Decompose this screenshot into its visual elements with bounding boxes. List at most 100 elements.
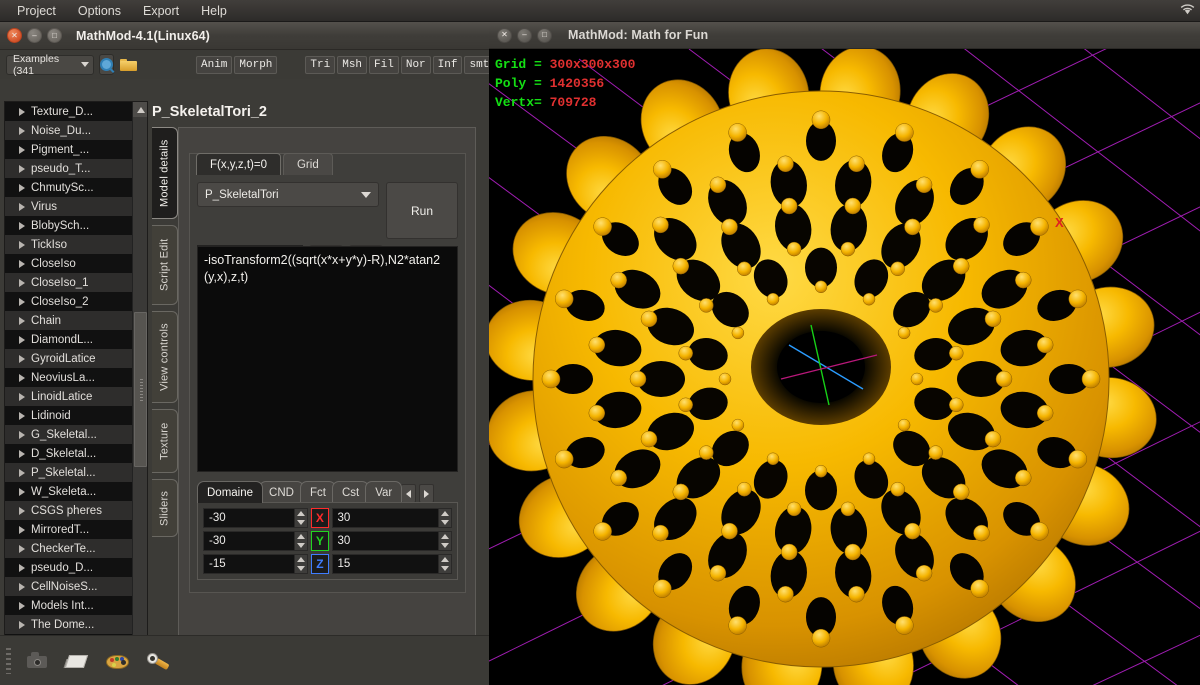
tree-item[interactable]: CloseIso_2 <box>5 292 133 311</box>
search-button[interactable] <box>99 54 114 75</box>
expand-arrow-icon[interactable] <box>19 278 25 287</box>
run-button[interactable]: Run <box>386 182 458 239</box>
3d-viewport[interactable]: Grid = 300x300x300 Poly = 1420356 Vertx=… <box>489 49 1200 685</box>
tree-item[interactable]: CloseIso_1 <box>5 273 133 292</box>
tree-item[interactable]: Noise_Du... <box>5 121 133 140</box>
notebook-icon[interactable] <box>63 649 91 673</box>
tab-sliders[interactable]: Sliders <box>152 479 178 537</box>
menu-help[interactable]: Help <box>190 1 238 21</box>
expand-arrow-icon[interactable] <box>19 354 25 363</box>
open-folder-button[interactable] <box>119 54 138 75</box>
tree-item[interactable]: D_Skeletal... <box>5 444 133 463</box>
expand-arrow-icon[interactable] <box>19 544 25 553</box>
domain-min-input[interactable]: -15 <box>203 554 295 574</box>
tree-item[interactable]: G_Skeletal... <box>5 425 133 444</box>
expand-arrow-icon[interactable] <box>19 392 25 401</box>
tree-item[interactable]: TickIso <box>5 235 133 254</box>
examples-combo[interactable]: Examples (341 <box>6 53 94 77</box>
spinner-up-icon[interactable] <box>297 511 306 516</box>
expand-arrow-icon[interactable] <box>19 620 25 629</box>
expand-arrow-icon[interactable] <box>19 202 25 211</box>
expand-arrow-icon[interactable] <box>19 183 25 192</box>
tree-item[interactable]: BlobySch... <box>5 216 133 235</box>
tree-item[interactable]: MirroredT... <box>5 520 133 539</box>
expand-arrow-icon[interactable] <box>19 221 25 230</box>
minimize-icon[interactable]: – <box>517 27 532 43</box>
tree-item[interactable]: CheckerTe... <box>5 539 133 558</box>
expand-arrow-icon[interactable] <box>19 487 25 496</box>
close-icon[interactable]: ✕ <box>7 28 22 43</box>
tab-domaine[interactable]: Domaine <box>197 481 264 503</box>
domain-max-input[interactable]: 30 <box>331 531 439 551</box>
expand-arrow-icon[interactable] <box>19 411 25 420</box>
spinner-up-icon[interactable] <box>440 534 449 539</box>
spinner-down-icon[interactable] <box>297 543 306 548</box>
menu-export[interactable]: Export <box>132 1 190 21</box>
tabs-prev-button[interactable] <box>401 484 417 503</box>
wifi-icon[interactable] <box>1179 2 1196 16</box>
minimize-icon[interactable]: – <box>27 28 42 43</box>
formula-editor[interactable]: -isoTransform2((sqrt(x*x+y*y)-R),N2*atan… <box>197 246 458 472</box>
expand-arrow-icon[interactable] <box>19 582 25 591</box>
spinner-up-icon[interactable] <box>440 511 449 516</box>
expand-arrow-icon[interactable] <box>19 297 25 306</box>
msh-button[interactable]: Msh <box>337 55 368 74</box>
domain-max-input[interactable]: 15 <box>331 554 439 574</box>
menu-options[interactable]: Options <box>67 1 132 21</box>
maximize-icon[interactable]: □ <box>537 27 552 43</box>
expand-arrow-icon[interactable] <box>19 164 25 173</box>
nor-button[interactable]: Nor <box>400 55 431 74</box>
tree-item[interactable]: LinoidLatice <box>5 387 133 406</box>
expand-arrow-icon[interactable] <box>19 259 25 268</box>
domain-min-spinner[interactable] <box>294 531 309 551</box>
tab-cnd[interactable]: CND <box>259 481 304 503</box>
maximize-icon[interactable]: □ <box>47 28 62 43</box>
expand-arrow-icon[interactable] <box>19 335 25 344</box>
morph-button[interactable]: Morph <box>234 55 278 74</box>
spinner-up-icon[interactable] <box>297 534 306 539</box>
tree-item[interactable]: Texture_D... <box>5 102 133 121</box>
expand-arrow-icon[interactable] <box>19 373 25 382</box>
expand-arrow-icon[interactable] <box>19 316 25 325</box>
expand-arrow-icon[interactable] <box>19 430 25 439</box>
spinner-down-icon[interactable] <box>440 543 449 548</box>
tab-var[interactable]: Var <box>365 481 403 503</box>
tree-item[interactable]: The Dome... <box>5 615 133 634</box>
examples-tree[interactable]: Texture_D... Noise_Du... Pigment_... pseudo… <box>4 101 148 652</box>
spinner-up-icon[interactable] <box>440 557 449 562</box>
expand-arrow-icon[interactable] <box>19 601 25 610</box>
tri-button[interactable]: Tri <box>305 55 336 74</box>
tree-item[interactable]: DiamondL... <box>5 330 133 349</box>
tree-item[interactable]: pseudo_D... <box>5 558 133 577</box>
tab-cst[interactable]: Cst <box>331 481 370 503</box>
tree-item[interactable]: NeoviusLa... <box>5 368 133 387</box>
wrench-icon[interactable] <box>145 649 171 673</box>
expand-arrow-icon[interactable] <box>19 145 25 154</box>
tab-function[interactable]: F(x,y,z,t)=0 <box>196 153 281 175</box>
tree-item[interactable]: Chain <box>5 311 133 330</box>
domain-min-input[interactable]: -30 <box>203 508 295 528</box>
close-icon[interactable]: ✕ <box>497 27 512 43</box>
expand-arrow-icon[interactable] <box>19 468 25 477</box>
tree-item[interactable]: ChmutySc... <box>5 178 133 197</box>
tree-item[interactable]: pseudo_T... <box>5 159 133 178</box>
tree-item[interactable]: Virus <box>5 197 133 216</box>
expand-arrow-icon[interactable] <box>19 506 25 515</box>
camera-icon[interactable] <box>25 649 51 673</box>
tabs-next-button[interactable] <box>419 484 435 503</box>
tab-grid[interactable]: Grid <box>282 153 333 175</box>
expand-arrow-icon[interactable] <box>19 563 25 572</box>
expand-arrow-icon[interactable] <box>19 240 25 249</box>
spinner-down-icon[interactable] <box>297 520 306 525</box>
tab-fct[interactable]: Fct <box>299 481 336 503</box>
inf-button[interactable]: Inf <box>432 55 463 74</box>
spinner-up-icon[interactable] <box>297 557 306 562</box>
tree-item[interactable]: CSGS pheres <box>5 501 133 520</box>
tree-item[interactable]: CloseIso <box>5 254 133 273</box>
expand-arrow-icon[interactable] <box>19 525 25 534</box>
toolbar-grip-icon[interactable] <box>6 647 11 674</box>
expand-arrow-icon[interactable] <box>19 107 25 116</box>
tree-item[interactable]: W_Skeleta... <box>5 482 133 501</box>
expand-arrow-icon[interactable] <box>19 449 25 458</box>
tree-item[interactable]: Pigment_... <box>5 140 133 159</box>
